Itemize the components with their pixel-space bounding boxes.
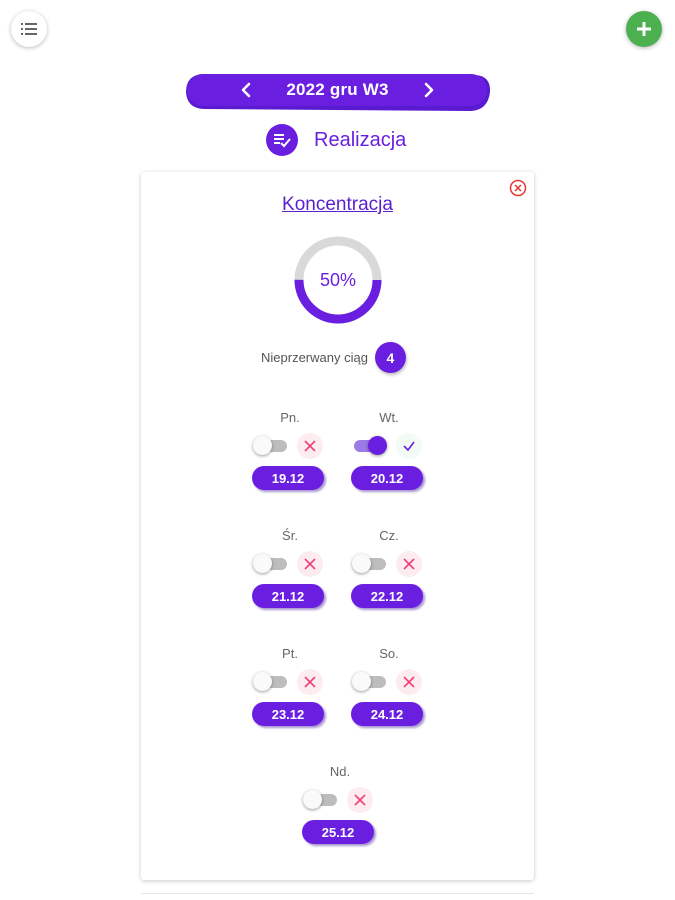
day-toggle[interactable] <box>352 552 388 576</box>
status-indicator <box>297 433 323 459</box>
day-cell: Nd. 25.12 <box>302 764 378 864</box>
day-toggle[interactable] <box>303 788 339 812</box>
checklist-icon <box>274 134 291 148</box>
menu-button[interactable] <box>11 11 47 47</box>
habit-title-link[interactable]: Koncentracja <box>141 194 534 216</box>
day-toggle[interactable] <box>352 434 388 458</box>
day-toggle[interactable] <box>253 552 289 576</box>
day-name: Pt. <box>282 646 298 661</box>
status-indicator <box>297 551 323 577</box>
day-toggle[interactable] <box>352 670 388 694</box>
date-pill: 23.12 <box>252 702 324 726</box>
date-pill: 19.12 <box>252 466 324 490</box>
day-toggle[interactable] <box>253 434 289 458</box>
toggle-thumb <box>352 672 371 691</box>
toggle-thumb <box>352 554 371 573</box>
toggle-thumb <box>368 436 387 455</box>
date-pill: 20.12 <box>351 466 423 490</box>
check-icon <box>403 441 415 452</box>
status-indicator <box>347 787 373 813</box>
next-week-button[interactable] <box>411 72 447 108</box>
day-name: Wt. <box>379 410 399 425</box>
status-indicator <box>396 669 422 695</box>
habit-card: Koncentracja 50% Nieprzerwany ciąg 4 Pn.… <box>141 172 534 880</box>
cross-icon <box>403 558 415 570</box>
status-indicator <box>396 551 422 577</box>
progress-ring: 50% <box>292 234 384 326</box>
day-cell: Cz. 22.12 <box>351 528 427 628</box>
day-name: Cz. <box>379 528 399 543</box>
status-indicator <box>297 669 323 695</box>
streak-count-badge: 4 <box>374 342 406 373</box>
progress-percent: 50% <box>319 269 357 290</box>
toggle-thumb <box>253 436 272 455</box>
streak-label: Nieprzerwany ciąg <box>261 350 368 365</box>
cross-icon <box>304 676 316 688</box>
date-pill: 24.12 <box>351 702 423 726</box>
chevron-right-icon <box>424 82 433 98</box>
toggle-thumb <box>253 554 272 573</box>
list-icon <box>21 23 37 35</box>
week-navigator: 2022 gru W3 <box>185 72 490 111</box>
cross-icon <box>304 558 316 570</box>
day-cell: Pt. 23.12 <box>252 646 328 746</box>
week-label: 2022 gru W3 <box>286 80 389 99</box>
cross-icon <box>403 676 415 688</box>
date-pill: 21.12 <box>252 584 324 608</box>
section-title: Realizacja <box>314 128 407 151</box>
plus-icon <box>637 22 651 36</box>
next-card-edge <box>141 893 534 900</box>
day-cell: So. 24.12 <box>351 646 427 746</box>
page: 2022 gru W3 Realizacja Koncentracja 50% … <box>0 0 675 900</box>
add-button[interactable] <box>626 11 662 47</box>
day-name: Nd. <box>329 764 351 779</box>
section-header: Realizacja <box>266 123 406 157</box>
day-toggle[interactable] <box>253 670 289 694</box>
day-name: Pn. <box>280 410 300 425</box>
day-name: So. <box>379 646 399 661</box>
cross-icon <box>354 794 366 806</box>
status-indicator <box>396 433 422 459</box>
section-icon-badge <box>266 124 298 156</box>
toggle-thumb <box>253 672 272 691</box>
cross-icon <box>304 440 316 452</box>
day-cell: Śr. 21.12 <box>252 528 328 628</box>
day-cell: Wt. 20.12 <box>351 410 427 510</box>
date-pill: 25.12 <box>302 820 374 844</box>
date-pill: 22.12 <box>351 584 423 608</box>
day-cell: Pn. 19.12 <box>252 410 328 510</box>
day-name: Śr. <box>282 528 298 543</box>
streak-row: Nieprzerwany ciąg 4 <box>261 342 406 373</box>
prev-week-button[interactable] <box>228 72 264 108</box>
chevron-left-icon <box>242 82 251 98</box>
toggle-thumb <box>303 790 322 809</box>
